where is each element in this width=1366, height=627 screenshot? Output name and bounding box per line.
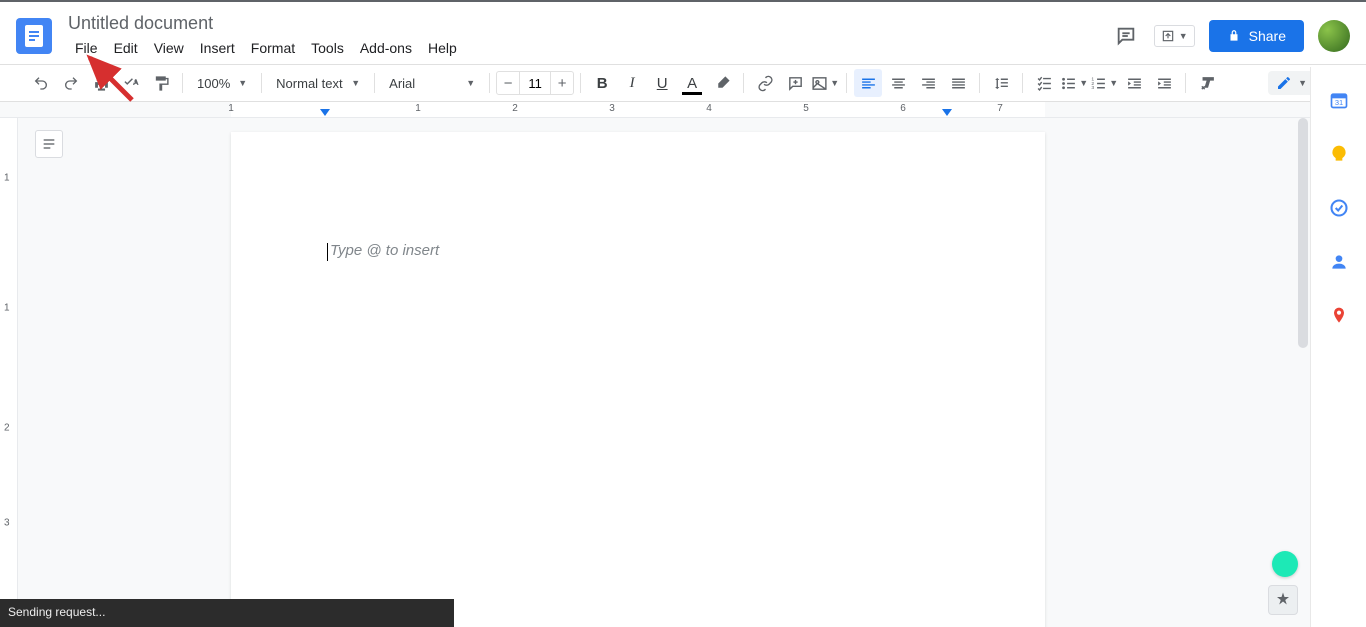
editor-placeholder: Type @ to insert: [330, 242, 439, 259]
paragraph-style-select[interactable]: Normal text ▼: [268, 70, 368, 96]
titlebar: Untitled document File Edit View Insert …: [0, 2, 1366, 64]
maps-icon[interactable]: [1328, 305, 1350, 327]
docs-logo[interactable]: [16, 18, 52, 54]
print-icon[interactable]: [87, 69, 115, 97]
chevron-down-icon: ▼: [351, 78, 360, 88]
lock-icon: [1227, 29, 1241, 43]
italic-button[interactable]: I: [618, 69, 646, 97]
redo-icon[interactable]: [57, 69, 85, 97]
open-comments-icon[interactable]: [1112, 22, 1140, 50]
add-comment-icon[interactable]: [781, 69, 809, 97]
menu-file[interactable]: File: [68, 36, 105, 60]
document-page[interactable]: Type @ to insert: [231, 132, 1045, 627]
decrease-indent-icon[interactable]: [1120, 69, 1148, 97]
ruler-tick: 1: [415, 103, 421, 114]
menu-insert[interactable]: Insert: [193, 36, 242, 60]
undo-icon[interactable]: [27, 69, 55, 97]
toolbar: 100% ▼ Normal text ▼ Arial ▼ − + B I U A…: [0, 64, 1366, 102]
insert-link-icon[interactable]: [751, 69, 779, 97]
chevron-down-icon: ▼: [238, 78, 247, 88]
bulleted-list-icon[interactable]: ▼: [1060, 69, 1088, 97]
menu-help[interactable]: Help: [421, 36, 464, 60]
right-indent-marker[interactable]: [942, 109, 952, 116]
align-left-icon[interactable]: [854, 69, 882, 97]
ruler-tick: 4: [706, 103, 712, 114]
bold-button[interactable]: B: [588, 69, 616, 97]
font-family-select[interactable]: Arial ▼: [381, 70, 483, 96]
text-cursor: [327, 243, 328, 261]
keep-icon[interactable]: [1328, 143, 1350, 165]
menubar: File Edit View Insert Format Tools Add-o…: [68, 36, 1112, 60]
pencil-icon: [1276, 75, 1292, 91]
align-justify-icon[interactable]: [944, 69, 972, 97]
zoom-value: 100%: [197, 76, 230, 91]
status-message: Sending request...: [8, 605, 105, 619]
menu-edit[interactable]: Edit: [107, 36, 145, 60]
document-title[interactable]: Untitled document: [68, 13, 1112, 34]
activity-badge[interactable]: [1272, 551, 1298, 577]
clear-formatting-icon[interactable]: [1193, 69, 1221, 97]
align-center-icon[interactable]: [884, 69, 912, 97]
document-outline-icon[interactable]: [35, 130, 63, 158]
ruler-tick: 1: [228, 103, 234, 114]
tasks-icon[interactable]: [1328, 197, 1350, 219]
ruler-tick: 7: [997, 103, 1003, 114]
paint-format-icon[interactable]: [147, 69, 175, 97]
share-button[interactable]: Share: [1209, 20, 1304, 52]
vertical-scrollbar[interactable]: [1296, 118, 1310, 627]
menu-format[interactable]: Format: [244, 36, 302, 60]
left-indent-marker[interactable]: [320, 109, 330, 116]
increase-indent-icon[interactable]: [1150, 69, 1178, 97]
svg-text:3: 3: [1092, 85, 1095, 91]
font-size-stepper[interactable]: − +: [496, 71, 574, 95]
decrease-font-icon[interactable]: −: [497, 75, 519, 92]
chevron-down-icon: ▼: [1298, 78, 1307, 88]
ruler-tick: 5: [803, 103, 809, 114]
font-value: Arial: [389, 76, 415, 91]
status-toast: Sending request...: [0, 599, 454, 627]
zoom-select[interactable]: 100% ▼: [189, 70, 255, 96]
increase-font-icon[interactable]: +: [551, 75, 573, 92]
align-right-icon[interactable]: [914, 69, 942, 97]
contacts-icon[interactable]: [1328, 251, 1350, 273]
underline-button[interactable]: U: [648, 69, 676, 97]
ruler-tick: 3: [609, 103, 615, 114]
document-workspace: 1 1 2 3 Type @ to insert: [0, 118, 1310, 627]
insert-image-icon[interactable]: ▼: [811, 69, 839, 97]
font-size-input[interactable]: [519, 72, 551, 94]
present-dropdown[interactable]: ▼: [1154, 25, 1195, 47]
line-spacing-icon[interactable]: [987, 69, 1015, 97]
editing-mode-button[interactable]: ▼: [1268, 71, 1315, 95]
highlight-color-icon[interactable]: [708, 69, 736, 97]
text-color-button[interactable]: A: [678, 69, 706, 97]
style-value: Normal text: [276, 76, 342, 91]
ruler-tick: 2: [512, 103, 518, 114]
spellcheck-icon[interactable]: [117, 69, 145, 97]
numbered-list-icon[interactable]: 123▼: [1090, 69, 1118, 97]
horizontal-ruler[interactable]: 1 1 2 3 4 5 6 7: [0, 102, 1366, 118]
explore-button[interactable]: [1268, 585, 1298, 615]
chevron-down-icon: ▼: [466, 78, 475, 88]
checklist-icon[interactable]: [1030, 69, 1058, 97]
menu-tools[interactable]: Tools: [304, 36, 351, 60]
svg-text:31: 31: [1334, 98, 1342, 107]
share-label: Share: [1249, 28, 1286, 44]
vertical-ruler[interactable]: 1 1 2 3: [0, 118, 18, 627]
menu-view[interactable]: View: [147, 36, 191, 60]
menu-addons[interactable]: Add-ons: [353, 36, 419, 60]
ruler-tick: 6: [900, 103, 906, 114]
user-avatar[interactable]: [1318, 20, 1350, 52]
calendar-icon[interactable]: 31: [1328, 89, 1350, 111]
side-panel: 31: [1310, 67, 1366, 627]
chevron-down-icon: ▼: [1179, 31, 1188, 41]
